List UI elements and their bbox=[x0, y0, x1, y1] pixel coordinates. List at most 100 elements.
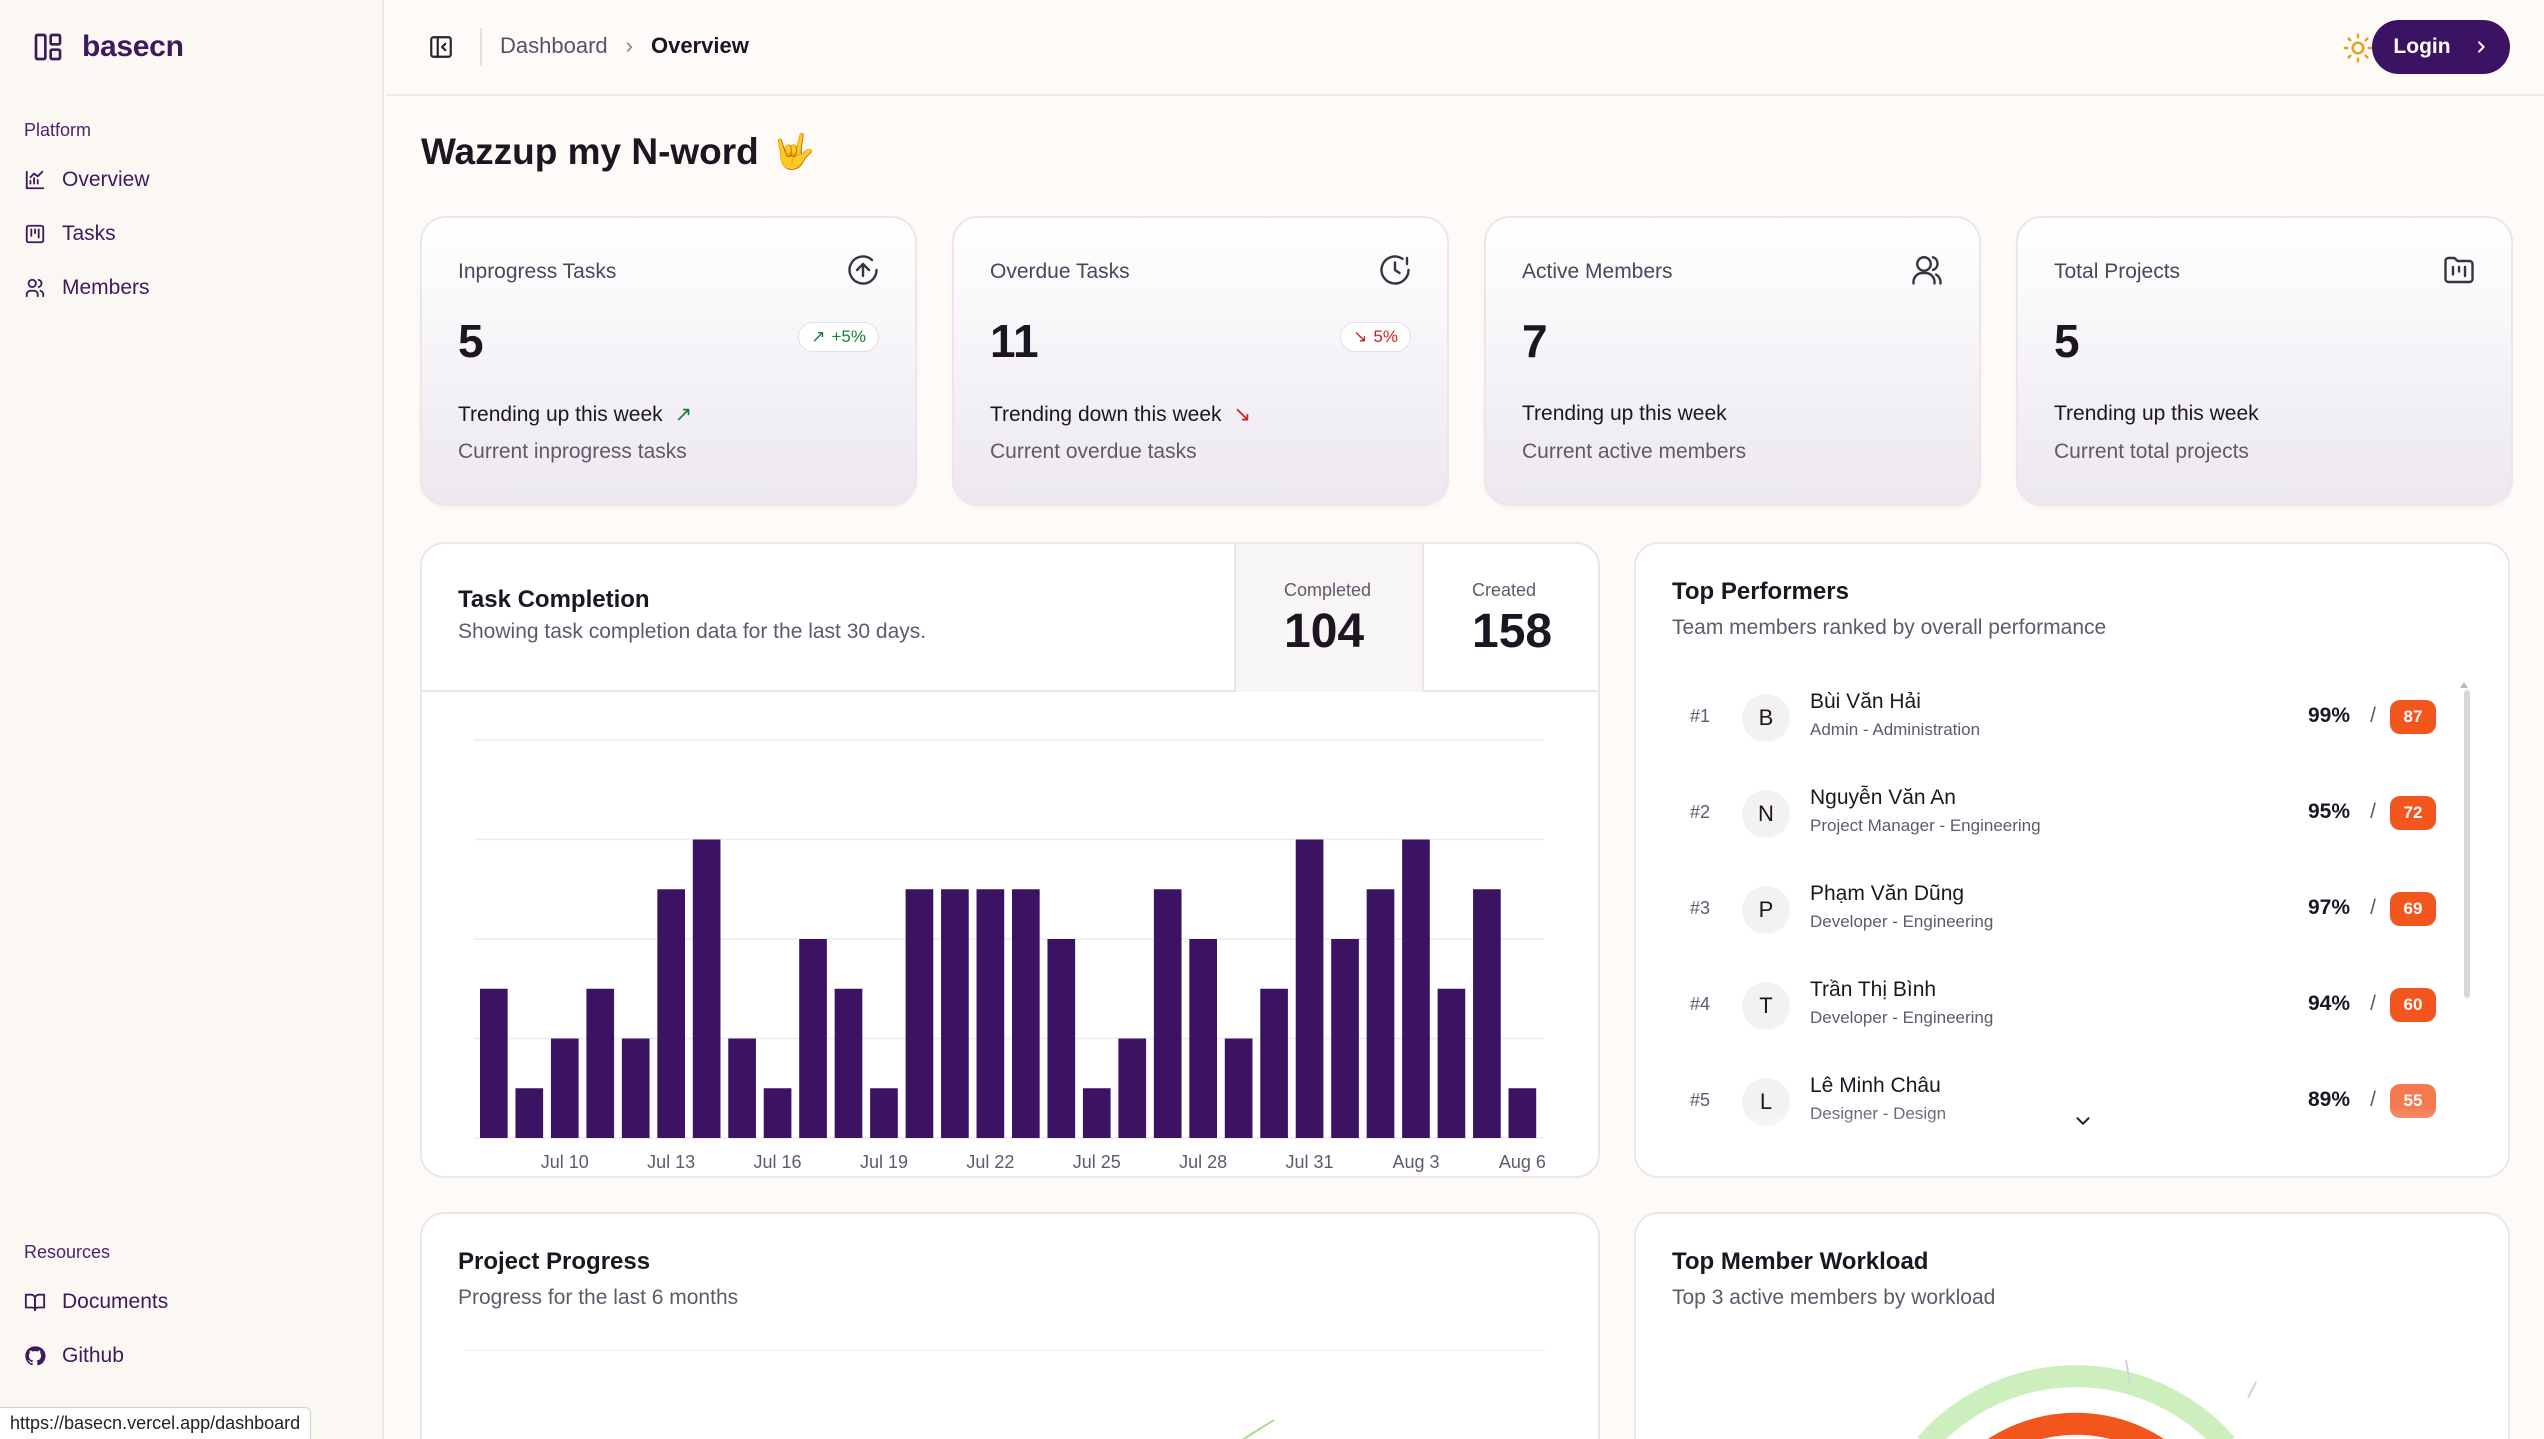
chart-bar[interactable] bbox=[1260, 988, 1288, 1138]
performer-name: Lê Minh Châu bbox=[1810, 1074, 1941, 1097]
chart-bar[interactable] bbox=[941, 889, 969, 1138]
chart-bar[interactable] bbox=[1118, 1038, 1147, 1139]
avatar: B bbox=[1742, 694, 1790, 742]
completed-label: Completed bbox=[1284, 580, 1372, 600]
chart-bar[interactable] bbox=[763, 1088, 792, 1138]
panel-title: Task Completion bbox=[458, 586, 650, 613]
stat-trend: Trending down this week ↘ bbox=[990, 402, 1251, 427]
users-icon bbox=[24, 277, 46, 299]
trending-up-icon: ↗ bbox=[811, 327, 826, 346]
performer-role: Project Manager - Engineering bbox=[1810, 816, 2041, 835]
task-completion-header: Task Completion Showing task completion … bbox=[422, 544, 1598, 692]
chart-bar[interactable] bbox=[657, 889, 685, 1138]
chart-bar[interactable] bbox=[1402, 839, 1430, 1139]
chart-bar[interactable] bbox=[1295, 839, 1324, 1139]
chart-bar[interactable] bbox=[834, 988, 863, 1138]
chart-bar[interactable] bbox=[550, 1038, 579, 1139]
avatar: P bbox=[1742, 886, 1790, 934]
chart-bar[interactable] bbox=[905, 889, 934, 1138]
chart-bar[interactable] bbox=[1153, 889, 1182, 1138]
chart-bar[interactable] bbox=[1189, 939, 1217, 1138]
stat-card-projects: Total Projects 5 Trending up this week C… bbox=[2016, 216, 2513, 506]
chart-bar[interactable] bbox=[1508, 1088, 1537, 1138]
workload-radial-chart bbox=[1917, 1359, 2257, 1439]
chart-bar[interactable] bbox=[515, 1088, 544, 1138]
panel-title: Top Performers bbox=[1672, 578, 1849, 605]
chart-bar[interactable] bbox=[692, 839, 721, 1139]
brand-name: basecn bbox=[82, 30, 184, 63]
sidebar-item-members[interactable]: Members bbox=[24, 276, 150, 300]
stat-subtitle: Current active members bbox=[1522, 440, 1747, 463]
folder-kanban-icon bbox=[2441, 252, 2477, 288]
sidebar-item-label: Documents bbox=[62, 1290, 169, 1313]
performer-name: Trần Thị Bình bbox=[1810, 978, 1937, 1001]
stat-title: Overdue Tasks bbox=[990, 260, 1130, 283]
performer-percent: 95% bbox=[2307, 800, 2350, 823]
chart-bar[interactable] bbox=[1437, 988, 1466, 1138]
performer-row[interactable]: #1 B Bùi Văn Hải Admin - Administration … bbox=[1676, 684, 2468, 754]
top-performers-panel: Top Performers Team members ranked by ov… bbox=[1634, 542, 2510, 1178]
panel-left-icon bbox=[430, 36, 452, 58]
trend-text: Trending up this week bbox=[1522, 402, 1727, 425]
performer-percent: 97% bbox=[2307, 896, 2350, 919]
created-label: Created bbox=[1472, 580, 1537, 600]
trend-badge: ↗ +5% bbox=[798, 322, 879, 352]
performer-name: Phạm Văn Dũng bbox=[1810, 882, 1965, 905]
breadcrumb: Dashboard › Overview bbox=[500, 33, 749, 59]
chart-bar[interactable] bbox=[586, 988, 615, 1138]
login-button[interactable]: Login bbox=[2372, 20, 2510, 74]
performer-name: Nguyễn Văn An bbox=[1810, 786, 1956, 809]
chart-bar[interactable] bbox=[1047, 939, 1076, 1138]
stat-value: 7 bbox=[1522, 315, 1548, 367]
chevron-down-icon[interactable] bbox=[2072, 1110, 2094, 1132]
chart-bar[interactable] bbox=[1012, 889, 1040, 1138]
scrollbar-thumb[interactable] bbox=[2464, 690, 2470, 998]
performer-role: Developer - Engineering bbox=[1810, 912, 1994, 931]
performer-percent: 94% bbox=[2307, 992, 2350, 1015]
x-tick-label: Jul 10 bbox=[541, 1152, 589, 1172]
chart-bar[interactable] bbox=[728, 1038, 756, 1139]
chart-bar[interactable] bbox=[1366, 889, 1395, 1138]
performer-row[interactable]: #2 N Nguyễn Văn An Project Manager - Eng… bbox=[1676, 780, 2468, 850]
chart-bar[interactable] bbox=[976, 889, 1005, 1138]
sidebar-item-github[interactable]: Github bbox=[24, 1344, 124, 1368]
theme-toggle-button[interactable] bbox=[2342, 32, 2374, 64]
status-bar-url: https://basecn.vercel.app/dashboard bbox=[0, 1407, 312, 1439]
sidebar-toggle-button[interactable] bbox=[428, 34, 454, 60]
chart-bar[interactable] bbox=[621, 1038, 650, 1139]
circle-arrow-up-icon bbox=[845, 252, 881, 288]
performer-row[interactable]: #4 T Trần Thị Bình Developer - Engineeri… bbox=[1676, 972, 2468, 1042]
sidebar-item-label: Members bbox=[62, 276, 150, 299]
x-tick-label: Jul 22 bbox=[966, 1152, 1014, 1172]
scroll-up-arrow[interactable] bbox=[2460, 682, 2468, 688]
panel-subtitle: Showing task completion data for the las… bbox=[458, 620, 927, 643]
completed-toggle[interactable]: Completed 104 bbox=[1234, 544, 1422, 692]
sidebar-item-tasks[interactable]: Tasks bbox=[24, 222, 116, 246]
sidebar-item-overview[interactable]: Overview bbox=[24, 168, 150, 192]
project-progress-chart bbox=[1241, 1419, 1275, 1439]
stat-value: 5 bbox=[458, 315, 484, 367]
chart-bar[interactable] bbox=[480, 988, 508, 1138]
breadcrumb-dashboard[interactable]: Dashboard bbox=[500, 33, 608, 59]
chart-bar[interactable] bbox=[1224, 1038, 1253, 1139]
users-icon bbox=[1909, 252, 1945, 288]
created-toggle[interactable]: Created 158 bbox=[1422, 544, 1598, 692]
chevron-right-icon bbox=[2477, 41, 2485, 53]
trend-text: Trending down this week bbox=[990, 402, 1222, 426]
score-badge: 72 bbox=[2390, 796, 2436, 830]
stat-value: 5 bbox=[2054, 315, 2080, 367]
chart-bar[interactable] bbox=[799, 939, 827, 1138]
chart-bar[interactable] bbox=[870, 1088, 898, 1138]
separator: / bbox=[2370, 896, 2376, 919]
x-tick-label: Jul 28 bbox=[1179, 1152, 1227, 1172]
performer-percent: 99% bbox=[2307, 704, 2350, 727]
performer-row[interactable]: #3 P Phạm Văn Dũng Developer - Engineeri… bbox=[1676, 876, 2468, 946]
performer-role: Admin - Administration bbox=[1810, 720, 1981, 739]
greeting-text: Wazzup my N-word bbox=[421, 131, 759, 172]
brand[interactable]: basecn bbox=[32, 30, 184, 64]
stat-title: Total Projects bbox=[2054, 260, 2181, 283]
chart-bar[interactable] bbox=[1082, 1088, 1111, 1138]
chart-bar[interactable] bbox=[1473, 889, 1501, 1138]
chart-bar[interactable] bbox=[1331, 939, 1359, 1138]
sidebar-item-documents[interactable]: Documents bbox=[24, 1290, 168, 1314]
